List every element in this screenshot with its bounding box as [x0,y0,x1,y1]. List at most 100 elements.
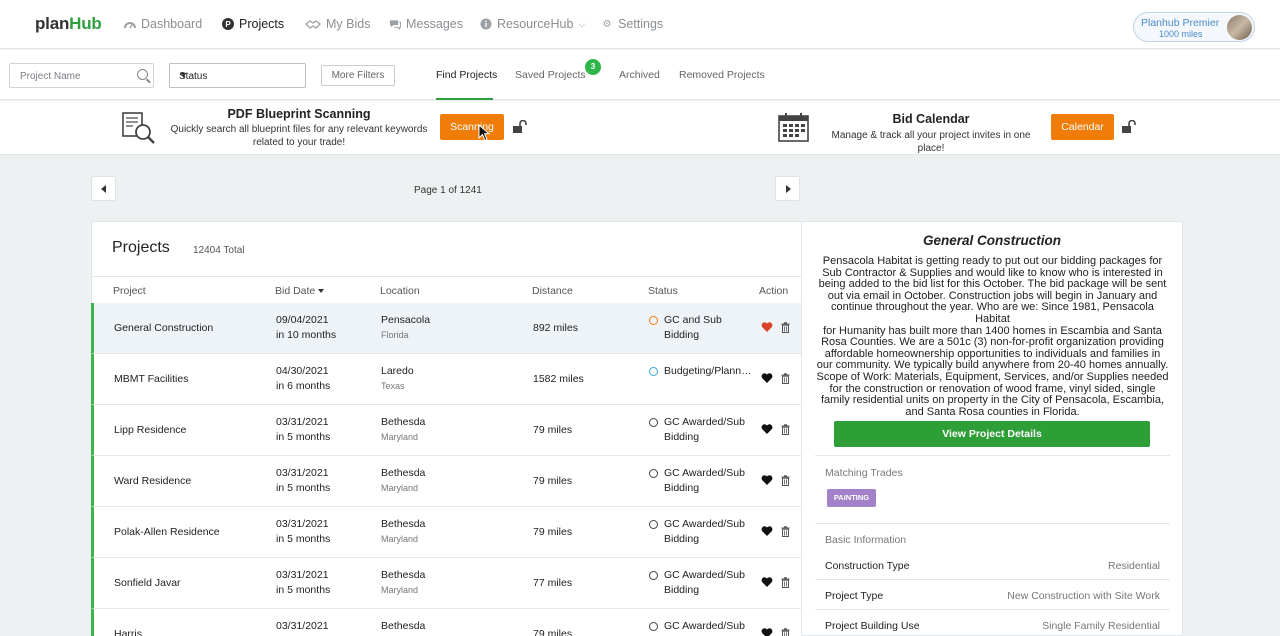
column-project[interactable]: Project [113,285,146,297]
trash-icon[interactable] [781,577,790,588]
calendar-button[interactable]: Calendar [1051,114,1114,140]
heart-icon[interactable] [761,474,773,486]
status-text-line2: Bidding [664,482,700,494]
heart-icon[interactable] [761,576,773,588]
project-name-search-input[interactable]: Project Name [9,63,154,88]
table-row[interactable]: Sonfield Javar 03/31/2021 in 5 months Bethe… [91,558,802,609]
status-select[interactable]: Status ▼ [169,63,306,88]
table-row[interactable]: MBMT Facilities 04/30/2021 in 6 months Lare… [91,354,802,405]
heart-icon[interactable] [761,321,773,333]
chevron-down-icon: ▼ [179,70,188,80]
status-indicator-icon [649,520,658,529]
nav-my-bids[interactable]: My Bids [305,17,370,31]
column-location[interactable]: Location [380,285,420,297]
location-city: Bethesda [381,416,426,428]
distance: 1582 miles [533,373,584,385]
status-text: GC Awarded/Sub [664,416,745,428]
status-text: GC Awarded/Sub [664,569,745,581]
nav-resourcehub[interactable]: ResourceHub ⌵ [480,17,585,31]
table-row[interactable]: Ward Residence 03/31/2021 in 5 months Bethe… [91,456,802,507]
detail-description: Pensacola Habitat is getting ready to pu… [815,255,1170,418]
calendar-title: Bid Calendar [892,112,970,126]
sort-desc-icon[interactable] [318,289,324,293]
tab-saved-projects[interactable]: Saved Projects [515,69,586,81]
bid-date: 03/31/2021 [276,620,329,632]
view-project-details-button[interactable]: View Project Details [834,421,1150,447]
location-state: Maryland [381,585,419,595]
table-header: Project Bid Date Location Distance Statu… [91,276,802,304]
scanning-button[interactable]: Scanning [440,114,504,140]
tab-find-projects[interactable]: Find Projects [436,69,497,81]
premier-account-pill[interactable]: Planhub Premier 1000 miles [1133,12,1255,42]
project-name[interactable]: Sonfield Javar [114,577,181,589]
project-name[interactable]: Polak-Allen Residence [114,526,220,538]
trash-icon[interactable] [781,475,790,486]
scan-title: PDF Blueprint Scanning [227,107,371,121]
nav-settings[interactable]: ⚙ Settings [601,17,664,31]
bid-date-relative: in 5 months [276,431,331,443]
project-name[interactable]: MBMT Facilities [114,373,188,385]
tab-archived[interactable]: Archived [619,69,660,81]
trash-icon[interactable] [781,322,790,333]
previous-page-button[interactable] [91,176,116,201]
table-row[interactable]: Lipp Residence 03/31/2021 in 5 months Bethe… [91,405,802,456]
column-status[interactable]: Status [648,285,678,297]
distance: 892 miles [533,322,578,334]
status-text-line2: Bidding [664,329,700,341]
description-line: and Santa Rosa counties in Florida. [905,405,1080,418]
project-name[interactable]: Harris [114,628,142,636]
detail-title: General Construction [922,233,1062,248]
info-value: Residential [1108,560,1160,572]
project-name[interactable]: Lipp Residence [114,424,186,436]
more-filters-button[interactable]: More Filters [321,65,395,86]
distance: 79 miles [533,475,573,487]
column-distance[interactable]: Distance [532,285,573,297]
heart-icon[interactable] [761,423,773,435]
location-city: Bethesda [381,569,426,581]
info-key: Project Building Use [825,620,920,632]
heart-icon[interactable] [761,372,773,384]
calendar-description: Manage & track all your project invites … [831,130,1031,154]
tab-removed-projects[interactable]: Removed Projects [679,69,765,81]
location-state: Florida [381,330,409,340]
project-name[interactable]: Ward Residence [114,475,191,487]
bids-icon [305,18,321,30]
nav-dashboard[interactable]: Dashboard [124,17,202,31]
table-row[interactable]: Polak-Allen Residence 03/31/2021 in 5 mont… [91,507,802,558]
caret-right-icon [786,185,791,193]
avatar[interactable] [1227,15,1252,40]
bid-date: 03/31/2021 [276,467,329,479]
page-info: Page 1 of 1241 [414,185,482,196]
bid-date: 03/31/2021 [276,518,329,530]
table-row[interactable]: Harris 03/31/2021 Bethesda 79 miles GC Award… [91,609,802,636]
planhub-logo[interactable]: planHub [35,14,102,34]
trash-icon[interactable] [781,526,790,537]
trash-icon[interactable] [781,628,790,636]
location-state: Maryland [381,483,419,493]
nav-messages[interactable]: Messages [389,17,463,31]
description-line: Rosa Counties. We are a 501c (3) non-for… [821,336,1164,349]
trash-icon[interactable] [781,424,790,435]
caret-left-icon [101,185,106,193]
promo-strip: PDF Blueprint Scanning Quickly search al… [0,101,1280,155]
distance: 79 miles [533,424,573,436]
project-name[interactable]: General Construction [114,322,213,334]
next-page-button[interactable] [775,176,800,201]
nav-projects[interactable]: P Projects [222,17,284,31]
info-value: Single Family Residential [1042,620,1160,632]
heart-icon[interactable] [761,525,773,537]
description-line: Scope of Work: Materials, Equipment, Ser… [816,370,1169,383]
status-indicator-icon [649,469,658,478]
status-indicator-icon [649,418,658,427]
bid-date-relative: in 10 months [276,329,337,341]
trash-icon[interactable] [781,373,790,384]
projects-title: Projects [112,239,170,256]
blueprint-search-icon [122,112,155,144]
search-icon[interactable] [137,69,148,80]
status-text: GC and Sub [664,314,722,326]
location-state: Texas [381,381,405,391]
heart-icon[interactable] [761,627,773,636]
distance: 79 miles [533,526,573,538]
column-bid-date[interactable]: Bid Date [275,285,315,297]
table-row[interactable]: General Construction 09/04/2021 in 10 mont… [91,303,802,354]
